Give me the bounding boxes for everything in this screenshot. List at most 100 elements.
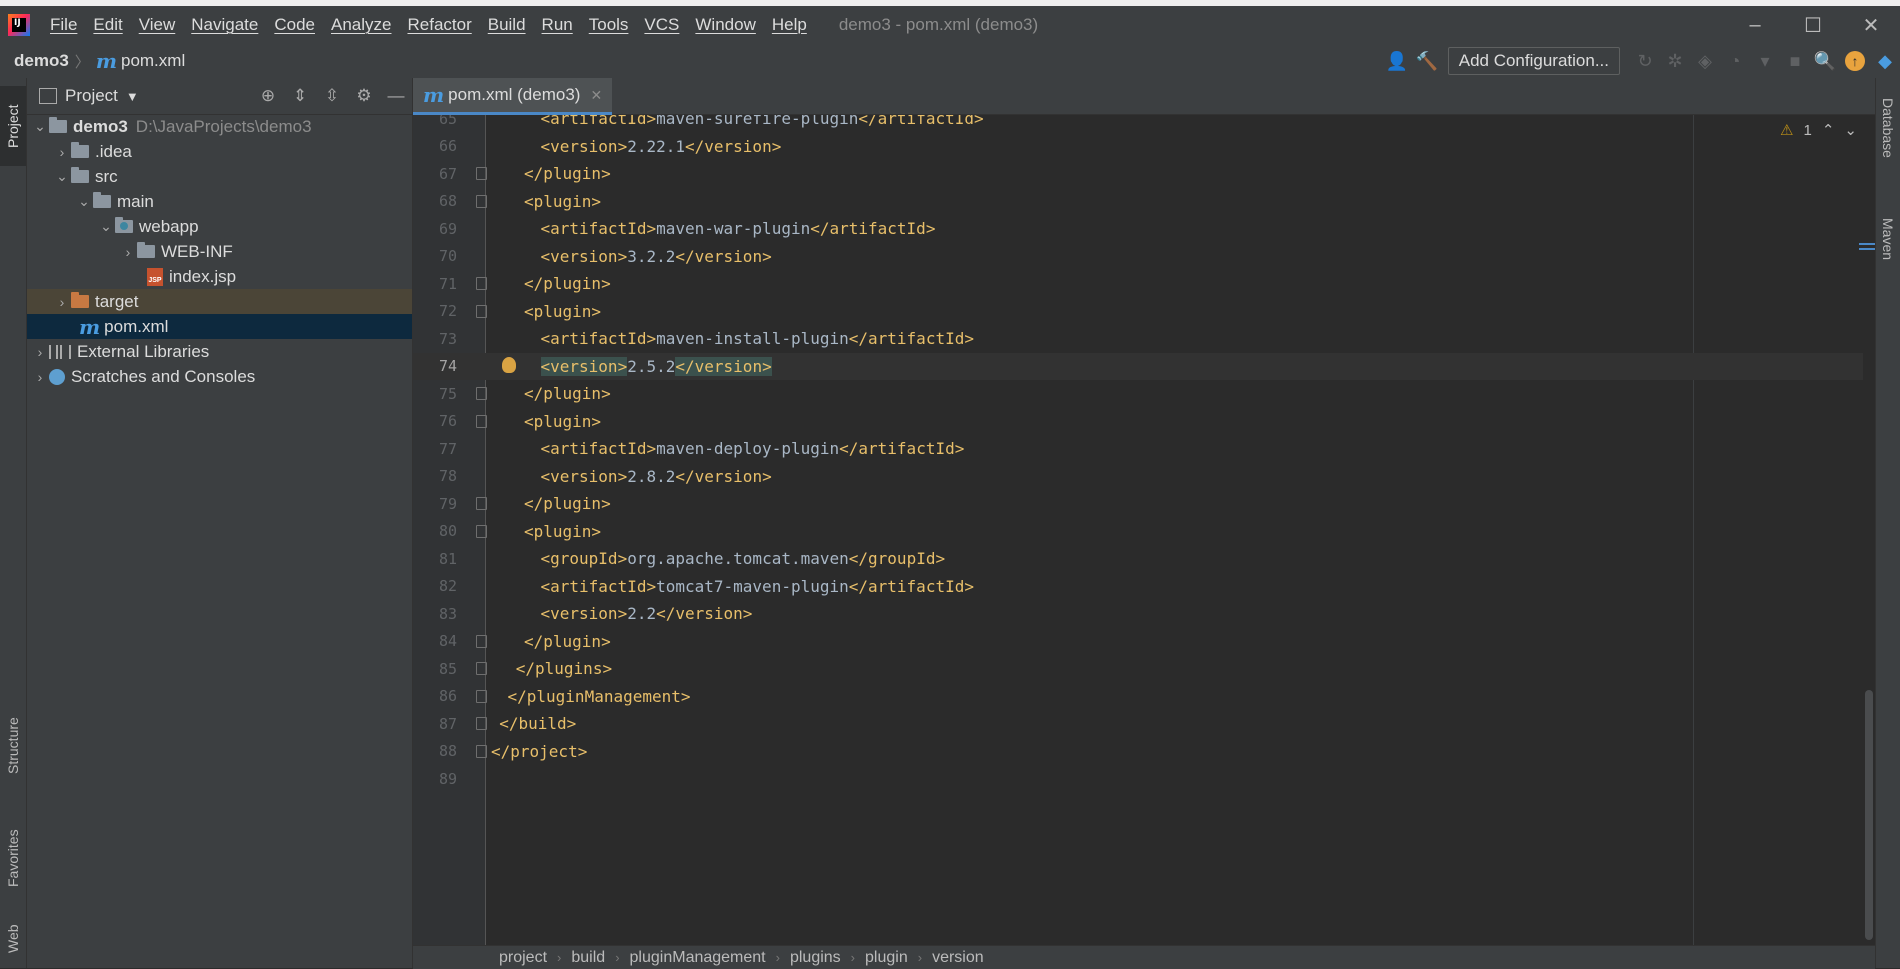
rerun-icon[interactable]: ↻: [1630, 46, 1660, 76]
tree-item-main[interactable]: ⌄ main: [27, 189, 412, 214]
menu-navigate[interactable]: Navigate: [183, 6, 266, 44]
code-line[interactable]: 72 <plugin>: [413, 298, 1875, 326]
fold-marker-icon[interactable]: [476, 497, 487, 510]
code-line[interactable]: 70 <version>3.2.2</version>: [413, 243, 1875, 271]
gear-icon[interactable]: ⚙: [348, 86, 380, 106]
code-line[interactable]: 67 </plugin>: [413, 160, 1875, 188]
menu-analyze[interactable]: Analyze: [323, 6, 399, 44]
locate-icon[interactable]: ⊕: [252, 86, 284, 106]
nav-file[interactable]: pom.xml: [121, 51, 185, 71]
menu-tools[interactable]: Tools: [581, 6, 637, 44]
breadcrumb-version[interactable]: version: [932, 949, 984, 967]
code-line[interactable]: 73 <artifactId>maven-install-plugin</arti…: [413, 325, 1875, 353]
breadcrumb-build[interactable]: build: [571, 949, 605, 967]
expand-all-icon[interactable]: ⇕: [284, 86, 316, 106]
editor-tab-pom[interactable]: m pom.xml (demo3) ✕: [413, 78, 613, 115]
code-line[interactable]: 84 </plugin>: [413, 628, 1875, 656]
tree-item-webinf[interactable]: › WEB-INF: [27, 239, 412, 264]
menu-code[interactable]: Code: [266, 6, 323, 44]
chevron-right-icon[interactable]: ›: [53, 294, 71, 310]
tree-item-pom[interactable]: m pom.xml: [27, 314, 412, 339]
profile-icon[interactable]: ◔: [1720, 46, 1750, 76]
hide-icon[interactable]: —: [380, 86, 412, 106]
collapse-all-icon[interactable]: ⇳: [316, 86, 348, 106]
next-highlight-icon[interactable]: ⌄: [1844, 121, 1857, 139]
chevron-down-icon[interactable]: ⌄: [53, 168, 71, 185]
code-line[interactable]: 66 <version>2.22.1</version>: [413, 133, 1875, 161]
fold-marker-icon[interactable]: [476, 277, 487, 290]
code-line[interactable]: 85 </plugins>: [413, 655, 1875, 683]
code-line[interactable]: 71 </plugin>: [413, 270, 1875, 298]
code-line[interactable]: 86 </pluginManagement>: [413, 683, 1875, 711]
fold-marker-icon[interactable]: [476, 744, 487, 758]
fold-marker-icon[interactable]: [476, 304, 487, 318]
menu-help[interactable]: Help: [764, 6, 815, 44]
code-line[interactable]: 83 <version>2.2</version>: [413, 600, 1875, 628]
fold-marker-icon[interactable]: [476, 387, 487, 400]
menu-window[interactable]: Window: [687, 6, 763, 44]
tree-item-webapp[interactable]: ⌄ webapp: [27, 214, 412, 239]
menu-view[interactable]: View: [131, 6, 184, 44]
update-icon[interactable]: ↑: [1840, 46, 1870, 76]
fold-marker-icon[interactable]: [476, 689, 487, 703]
menu-vcs[interactable]: VCS: [636, 6, 687, 44]
fold-marker-icon[interactable]: [476, 167, 487, 180]
menu-edit[interactable]: Edit: [85, 6, 130, 44]
debug-icon[interactable]: ✲: [1660, 46, 1690, 76]
breadcrumb-project[interactable]: project: [499, 949, 547, 967]
code-line[interactable]: 79 </plugin>: [413, 490, 1875, 518]
coverage-icon[interactable]: ◈: [1690, 46, 1720, 76]
menu-refactor[interactable]: Refactor: [399, 6, 479, 44]
tab-favorites[interactable]: Favorites: [0, 808, 26, 908]
project-view-selector[interactable]: Project ▼: [39, 86, 139, 106]
tree-item-external-libraries[interactable]: › External Libraries: [27, 339, 412, 364]
tree-item-idea[interactable]: › .idea: [27, 139, 412, 164]
code-line[interactable]: 74 <version>2.5.2</version>: [413, 352, 1875, 380]
code-line[interactable]: 75 </plugin>: [413, 380, 1875, 408]
inspection-widget[interactable]: ⚠ 1 ⌃ ⌄: [1780, 121, 1857, 140]
tab-structure[interactable]: Structure: [0, 696, 26, 796]
code-line[interactable]: 65 <artifactId>maven-surefire-plugin</art…: [413, 115, 1875, 133]
fold-marker-icon[interactable]: [476, 194, 487, 208]
code-line[interactable]: 68 <plugin>: [413, 188, 1875, 216]
menu-file[interactable]: File: [42, 6, 85, 44]
previous-highlight-icon[interactable]: ⌃: [1822, 121, 1835, 139]
tab-maven[interactable]: Maven: [1876, 218, 1900, 298]
code-line[interactable]: 80 <plugin>: [413, 518, 1875, 546]
tree-item-target[interactable]: › target: [27, 289, 412, 314]
code-line[interactable]: 78 <version>2.8.2</version>: [413, 463, 1875, 491]
fold-marker-icon[interactable]: [476, 524, 487, 538]
tab-web[interactable]: Web: [0, 914, 26, 964]
code-line[interactable]: 69 <artifactId>maven-war-plugin</artifact…: [413, 215, 1875, 243]
breadcrumb-plugin[interactable]: plugin: [865, 949, 908, 967]
chevron-right-icon[interactable]: ›: [119, 244, 137, 260]
menu-run[interactable]: Run: [534, 6, 581, 44]
code-line[interactable]: 81 <groupId>org.apache.tomcat.maven</grou…: [413, 545, 1875, 573]
code-line[interactable]: 82 <artifactId>tomcat7-maven-plugin</arti…: [413, 573, 1875, 601]
build-hammer-icon[interactable]: 🔨: [1412, 46, 1442, 76]
code-line[interactable]: 87 </build>: [413, 710, 1875, 738]
breadcrumb-plugins[interactable]: plugins: [790, 949, 841, 967]
menu-build[interactable]: Build: [480, 6, 534, 44]
run-dropdown-icon[interactable]: ▾: [1750, 46, 1780, 76]
close-window-button[interactable]: ✕: [1842, 6, 1900, 44]
nav-project[interactable]: demo3: [14, 51, 69, 71]
tab-project[interactable]: Project: [0, 86, 26, 166]
close-icon[interactable]: ✕: [590, 87, 602, 104]
code-line[interactable]: 77 <artifactId>maven-deploy-plugin</artif…: [413, 435, 1875, 463]
vertical-scrollbar[interactable]: [1863, 115, 1875, 945]
maximize-button[interactable]: ☐: [1784, 6, 1842, 44]
chevron-right-icon[interactable]: ›: [31, 344, 49, 360]
add-configuration-button[interactable]: Add Configuration...: [1447, 47, 1620, 75]
plugin-icon[interactable]: ◆: [1870, 46, 1900, 76]
search-icon[interactable]: 🔍: [1810, 46, 1840, 76]
fold-marker-icon[interactable]: [476, 414, 487, 428]
code-line[interactable]: 76 <plugin>: [413, 408, 1875, 436]
chevron-down-icon[interactable]: ⌄: [75, 193, 93, 210]
code-line[interactable]: 89: [413, 765, 1875, 793]
tree-item-index-jsp[interactable]: JSP index.jsp: [27, 264, 412, 289]
tree-item-src[interactable]: ⌄ src: [27, 164, 412, 189]
chevron-right-icon[interactable]: ›: [31, 369, 49, 385]
code-editor[interactable]: 65 <artifactId>maven-surefire-plugin</art…: [413, 115, 1875, 945]
fold-marker-icon[interactable]: [476, 662, 487, 675]
